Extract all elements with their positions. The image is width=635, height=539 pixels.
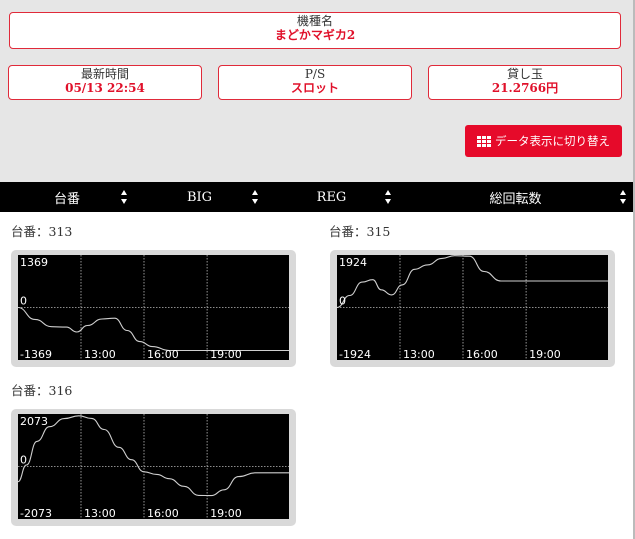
y-tick-label: -1369 [20,348,52,360]
y-tick-label: 2073 [20,415,48,428]
x-tick-label: 16:00 [147,348,179,360]
column-machine-number[interactable]: 台番 [0,182,134,212]
y-tick-label: -2073 [20,507,52,519]
rental-rate-box: 貸し玉 21.2766円 [428,65,622,100]
x-tick-label: 16:00 [147,507,179,519]
series-line [18,415,289,497]
rental-rate-value: 21.2766円 [491,81,559,95]
y-tick-label: 1924 [339,256,367,269]
x-tick-label: 19:00 [210,507,242,519]
series-line [18,306,289,352]
x-tick-label: 19:00 [529,348,561,360]
series-line [337,255,608,309]
x-tick-label: 13:00 [84,507,116,519]
column-reg-label: REG [316,189,347,205]
y-tick-label: -1924 [339,348,371,360]
machine-card-313[interactable]: 1369 0 -1369 13:00 16:00 19:00 [11,250,296,367]
machine-card-316[interactable]: 2073 0 -2073 13:00 16:00 19:00 [11,409,296,526]
ps-box: P/S スロット [218,65,412,100]
switch-to-data-view-label: データ表示に切り替え [495,134,610,148]
machine-label-315: 台番：315 [329,224,391,239]
updated-time-value: 05/13 22:54 [65,81,145,95]
ps-value: スロット [290,81,339,95]
y-tick-label: 0 [20,454,27,467]
model-name-label: 機種名 [296,14,333,28]
sort-icon[interactable] [385,190,392,204]
y-tick-label: 0 [20,295,27,308]
x-tick-label: 13:00 [403,348,435,360]
table-header: 台番 BIG REG 総回転数 [0,182,633,212]
grid-icon [477,135,491,147]
x-tick-label: 13:00 [84,348,116,360]
machine-card-315[interactable]: 1924 0 -1924 13:00 16:00 19:00 [330,250,615,367]
sort-icon[interactable] [620,190,627,204]
slump-graph-313: 1369 0 -1369 13:00 16:00 19:00 [18,255,289,360]
column-big[interactable]: BIG [134,182,265,212]
model-name-box: 機種名 まどかマギカ2 [9,12,621,49]
updated-time-label: 最新時間 [80,67,129,81]
sort-icon[interactable] [252,190,259,204]
ps-label: P/S [304,67,326,81]
column-total-spins-label: 総回転数 [489,191,542,207]
machine-label-313: 台番：313 [11,224,73,239]
column-reg[interactable]: REG [265,182,398,212]
machine-chart-list: 台番：313 1369 0 -1369 13:00 16:00 19:00 台番：315 … [0,212,633,539]
y-tick-label: 0 [339,295,346,308]
x-tick-label: 16:00 [466,348,498,360]
y-tick-label: 1369 [20,256,48,269]
rental-rate-label: 貸し玉 [506,67,543,81]
x-tick-label: 19:00 [210,348,242,360]
column-machine-number-label: 台番 [53,191,80,207]
model-name-value: まどかマギカ2 [274,28,356,42]
switch-to-data-view-button[interactable]: データ表示に切り替え [465,125,622,157]
slump-graph-316: 2073 0 -2073 13:00 16:00 19:00 [18,414,289,519]
slump-graph-315: 1924 0 -1924 13:00 16:00 19:00 [337,255,608,360]
sort-icon[interactable] [121,190,128,204]
column-total-spins[interactable]: 総回転数 [398,182,633,212]
machine-label-316: 台番：316 [11,383,73,398]
updated-time-box: 最新時間 05/13 22:54 [8,65,202,100]
column-big-label: BIG [186,189,213,205]
